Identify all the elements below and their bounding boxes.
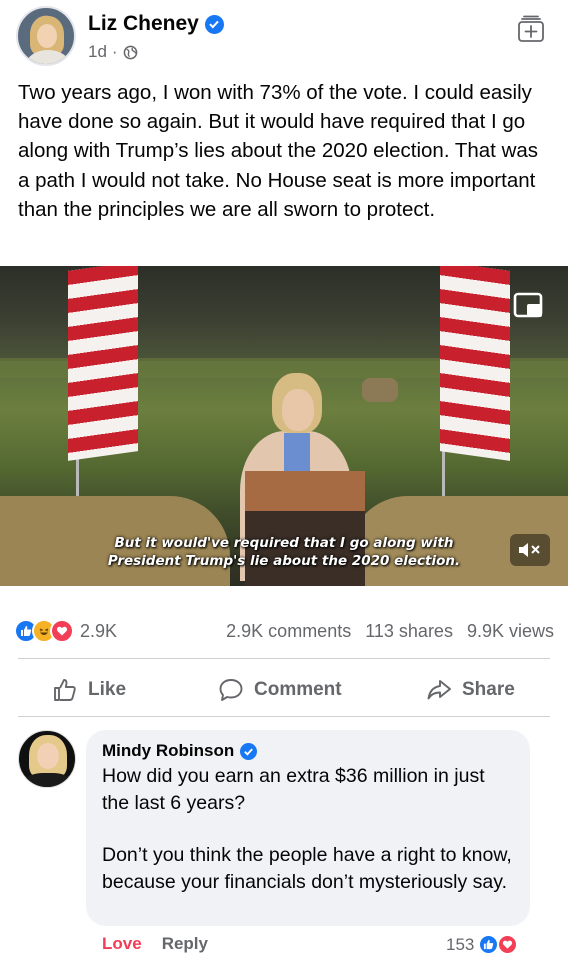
like-reaction-icon (478, 934, 500, 955)
verified-badge-icon (204, 14, 224, 34)
thumbs-up-icon (54, 679, 76, 701)
comment-reply-button[interactable]: Reply (162, 934, 208, 954)
hay-bale (362, 378, 398, 402)
comment-button[interactable]: Comment (218, 677, 342, 703)
comment-label: Comment (254, 679, 342, 700)
comment-bubble: Mindy Robinson How did you earn an extra… (86, 730, 530, 926)
share-button[interactable]: Share (426, 677, 515, 703)
video-caption: But it would've required that I go along… (0, 534, 568, 570)
verified-badge-icon (240, 742, 258, 760)
reaction-summary[interactable]: 2.9K (14, 619, 117, 643)
comment-paragraph-2: Don’t you think the people have a right … (102, 844, 512, 893)
globe-icon (123, 45, 137, 59)
comment-paragraph-1: How did you earn an extra $36 million in… (102, 765, 485, 814)
post-meta: 1d · (88, 42, 138, 62)
commenter-avatar[interactable] (18, 730, 76, 788)
divider (18, 716, 550, 717)
picture-in-picture-icon[interactable] (512, 291, 546, 321)
comment-actions: Love Reply (102, 934, 208, 954)
save-post-icon[interactable] (516, 14, 546, 44)
love-reaction-icon (497, 934, 519, 955)
comment-reaction-count: 153 (446, 934, 475, 954)
post-header: Liz Cheney 1d · (0, 0, 568, 70)
share-arrow-icon (427, 680, 451, 700)
commenter-name[interactable]: Mindy Robinson (102, 741, 234, 761)
flag-right (440, 266, 510, 461)
comments-count[interactable]: 2.9K comments (226, 621, 351, 642)
views-count: 9.9K views (466, 620, 554, 641)
comment-love-button[interactable]: Love (102, 934, 142, 954)
post-action-bar: Like Comment Share (0, 668, 568, 712)
flag-left (68, 266, 138, 461)
meta-separator: · (111, 42, 118, 61)
engagement-stats: 2.9K 2.9K comments 113 shares 9.9K views (14, 616, 554, 646)
comment-text: How did you earn an extra $36 million in… (102, 763, 514, 895)
speech-bubble-icon (219, 679, 243, 701)
caption-line-2: President Trump's lie about the 2020 ele… (107, 553, 461, 569)
author-name-row[interactable]: Liz Cheney (88, 12, 224, 36)
author-avatar[interactable] (16, 6, 76, 66)
caption-line-1: But it would've required that I go along… (114, 535, 454, 551)
post-text: Two years ago, I won with 73% of the vot… (18, 81, 539, 221)
commenter-name-row[interactable]: Mindy Robinson (102, 740, 514, 762)
love-reaction-icon (50, 619, 74, 643)
post-video[interactable]: But it would've required that I go along… (0, 266, 568, 586)
divider (18, 658, 550, 659)
reaction-count[interactable]: 2.9K (80, 621, 117, 642)
share-label: Share (462, 679, 515, 700)
comment-reaction-summary[interactable]: 153 (446, 934, 519, 955)
podium-top (245, 471, 365, 511)
like-button[interactable]: Like (52, 677, 126, 703)
muted-speaker-icon[interactable] (510, 534, 550, 566)
like-label: Like (88, 679, 127, 700)
post-time[interactable]: 1d (88, 42, 107, 62)
author-name[interactable]: Liz Cheney (88, 12, 199, 36)
shares-count[interactable]: 113 shares (365, 621, 453, 642)
